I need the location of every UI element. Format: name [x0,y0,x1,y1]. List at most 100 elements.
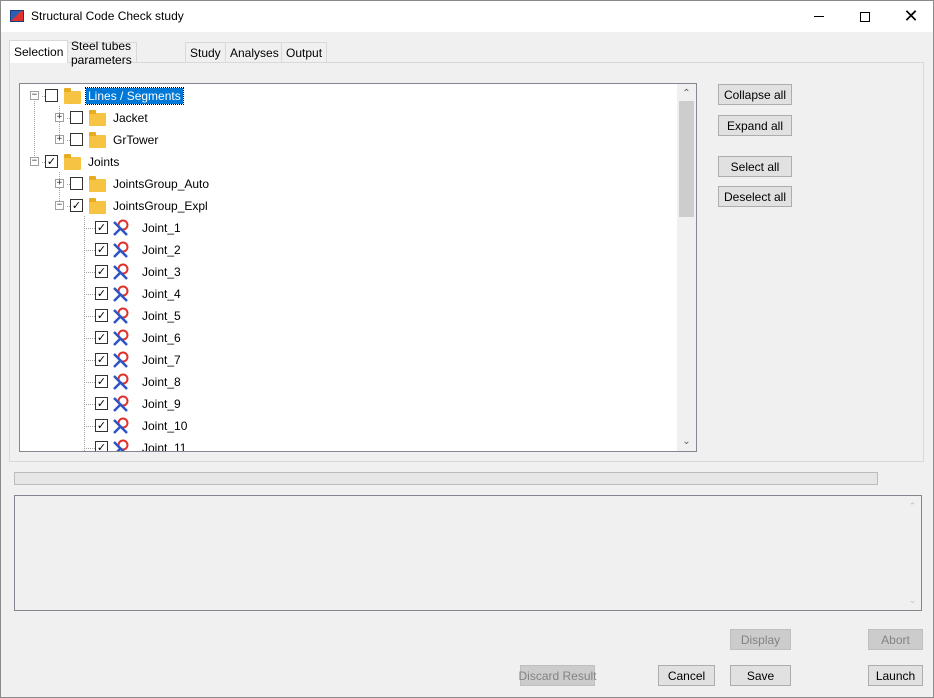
tree-node-checkbox[interactable]: ✓ [95,287,108,300]
tab-study[interactable]: Study [185,42,226,62]
tree-node-checkbox[interactable]: ✓ [95,265,108,278]
tree-node-checkbox[interactable]: ✓ [95,331,108,344]
tree-node-checkbox[interactable] [70,177,83,190]
tree-node-label: Joint_11 [142,441,187,452]
tree-node[interactable]: ✓ Joint_7 [20,349,676,371]
tree-node[interactable]: ✓ Joint_11 [20,437,676,452]
tree-node-checkbox[interactable] [70,111,83,124]
tree-node[interactable]: ✓ Joint_1 [20,217,676,239]
joint-icon [113,285,129,302]
expand-all-button[interactable]: Expand all [718,115,792,136]
log-scroll-up-button[interactable]: ⌃ [904,498,921,515]
tree-node-label: Joints [88,155,120,169]
app-icon [10,10,24,22]
tree-node[interactable]: ✓ Joint_5 [20,305,676,327]
checkmark-icon: ✓ [96,353,107,366]
collapse-icon[interactable]: − [55,201,64,210]
cancel-button[interactable]: Cancel [658,665,715,686]
discard-result-button[interactable]: Discard Result [518,665,597,686]
progress-bar [14,472,878,485]
log-output[interactable]: ⌃ ⌄ [14,495,922,611]
log-scrollbar[interactable]: ⌃ ⌄ [904,496,921,610]
checkmark-icon: ✓ [96,397,107,410]
tree-node[interactable]: ✓ Joint_6 [20,327,676,349]
launch-button[interactable]: Launch [868,665,923,686]
tree-node[interactable]: + Jacket [20,107,676,129]
tab-steel-tubes-parameters[interactable]: Steel tubes parameters [66,39,137,67]
tree-node-checkbox[interactable] [70,133,83,146]
tree-node-checkbox[interactable]: ✓ [95,353,108,366]
tree-node-checkbox[interactable]: ✓ [95,397,108,410]
display-button[interactable]: Display [730,629,791,650]
folder-icon [64,154,81,170]
tree-node-checkbox[interactable]: ✓ [45,155,58,168]
folder-icon [89,176,106,192]
folder-icon [89,132,106,148]
tree-scrollbar[interactable]: ⌃ ⌄ [677,84,696,451]
scroll-up-button[interactable]: ⌃ [677,85,696,102]
select-all-button[interactable]: Select all [718,156,792,177]
tree-node[interactable]: − Lines / Segments [20,85,676,107]
dialog-window: Structural Code Check study ✕ Selection … [0,0,934,698]
save-button[interactable]: Save [730,665,791,686]
tree-node-checkbox[interactable]: ✓ [95,441,108,452]
maximize-button[interactable] [842,1,888,32]
checkmark-icon: ✓ [96,243,107,256]
tree-node[interactable]: − ✓ Joints [20,151,676,173]
maximize-icon [860,11,870,22]
tree-node-checkbox[interactable]: ✓ [95,419,108,432]
tree-node[interactable]: ✓ Joint_3 [20,261,676,283]
joint-icon [113,241,129,258]
folder-icon [89,198,106,214]
tab-output[interactable]: Output [281,42,328,62]
tree-node-label: Joint_5 [142,309,181,323]
tab-selection[interactable]: Selection [9,40,69,63]
deselect-all-button[interactable]: Deselect all [718,186,792,207]
tree-node[interactable]: + GrTower [20,129,676,151]
tree-node-checkbox[interactable]: ✓ [95,243,108,256]
collapse-all-button[interactable]: Collapse all [718,84,792,105]
scroll-thumb[interactable] [679,101,694,217]
joint-icon [113,395,129,412]
expand-icon[interactable]: + [55,135,64,144]
minimize-button[interactable] [796,1,842,32]
tree-node-checkbox[interactable]: ✓ [95,309,108,322]
tree-node[interactable]: ✓ Joint_8 [20,371,676,393]
checkmark-icon: ✓ [46,155,57,168]
chevron-up-icon: ⌃ [908,501,917,511]
collapse-icon[interactable]: − [30,91,39,100]
tree-node-checkbox[interactable]: ✓ [95,221,108,234]
tree-node[interactable]: ✓ Joint_9 [20,393,676,415]
tree-node[interactable]: + JointsGroup_Auto [20,173,676,195]
log-scroll-down-button[interactable]: ⌄ [904,592,921,609]
abort-button[interactable]: Abort [868,629,923,650]
close-icon: ✕ [903,5,919,27]
expand-icon[interactable]: + [55,179,64,188]
expand-icon[interactable]: + [55,113,64,122]
close-button[interactable]: ✕ [888,1,934,32]
tree-node-checkbox[interactable]: ✓ [70,199,83,212]
checkmark-icon: ✓ [96,441,107,452]
collapse-icon[interactable]: − [30,157,39,166]
tree-node-checkbox[interactable]: ✓ [95,375,108,388]
joint-icon [113,351,129,368]
checkmark-icon: ✓ [96,375,107,388]
tree-node-label: JointsGroup_Auto [113,177,210,191]
tree-node[interactable]: − ✓ JointsGroup_Expl [20,195,676,217]
tab-analyses[interactable]: Analyses [225,42,284,62]
tree-node-label: Joint_3 [142,265,181,279]
tree-node[interactable]: ✓ Joint_10 [20,415,676,437]
tree-node-label: Lines / Segments [85,87,184,105]
tree-node[interactable]: ✓ Joint_4 [20,283,676,305]
tree-node-label: Joint_9 [142,397,181,411]
tree-node[interactable]: ✓ Joint_2 [20,239,676,261]
tree-node-checkbox[interactable] [45,89,58,102]
joint-icon [113,329,129,346]
scroll-down-button[interactable]: ⌄ [677,433,696,450]
minimize-icon [814,16,824,17]
checkmark-icon: ✓ [96,287,107,300]
joint-icon [113,373,129,390]
chevron-down-icon: ⌄ [682,436,691,447]
tree-node-label: Joint_8 [142,375,181,389]
selection-tree[interactable]: − Lines / Segments + Jacket + GrTower − ✓ Joints… [19,83,697,452]
